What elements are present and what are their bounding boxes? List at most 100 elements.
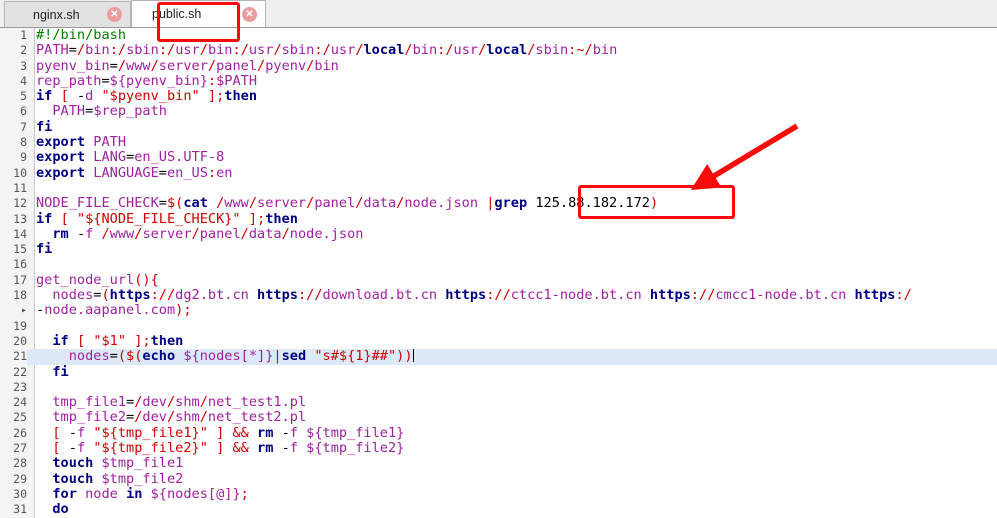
line-number: 16 <box>13 257 27 272</box>
line-number: 22 <box>13 364 27 379</box>
code-line[interactable]: 18 nodes=(https://dg2.bt.cn https://down… <box>0 287 997 304</box>
line-number: 31 <box>13 502 27 517</box>
code-line[interactable]: 20 if [ "$1" ];then <box>0 332 997 349</box>
code-line[interactable]: 2 PATH=/bin:/sbin:/usr/bin:/usr/sbin:/usr… <box>0 43 997 58</box>
code-line[interactable]: 29 touch $tmp_file2 <box>0 470 997 487</box>
code-line[interactable]: 28 touch $tmp_file1 <box>0 456 997 471</box>
tab-public-sh[interactable]: public.sh ✕ <box>131 0 266 27</box>
tab-label: nginx.sh <box>33 7 80 22</box>
code-text: touch $tmp_file1 <box>52 455 184 472</box>
code-line[interactable]: 4 rep_path=${pyenv_bin}:$PATH <box>0 72 997 89</box>
line-number: 12 <box>13 196 27 211</box>
code-line[interactable]: 1 #!/bin/bash <box>0 28 997 43</box>
line-number: 1 <box>20 28 27 42</box>
code-line-wrapped[interactable]: ▸ -node.aapanel.com); <box>0 303 997 318</box>
code-line[interactable]: 17 get_node_url(){ <box>0 271 997 288</box>
line-number: 6 <box>20 104 27 119</box>
code-text: export PATH <box>36 134 127 151</box>
code-text: [ -f "${tmp_file1}" ] && rm -f ${tmp_fil… <box>52 424 405 441</box>
tab-label: public.sh <box>152 7 202 21</box>
code-editor[interactable]: 1 #!/bin/bash 2 PATH=/bin:/sbin:/usr/bin:/u… <box>0 28 997 518</box>
line-number: 27 <box>13 441 27 456</box>
close-icon[interactable]: ✕ <box>107 7 122 22</box>
code-text: export LANG=en_US.UTF-8 <box>36 149 225 166</box>
code-text: for node in ${nodes[@]}; <box>52 485 249 502</box>
code-text: pyenv_bin=/www/server/panel/pyenv/bin <box>36 57 339 74</box>
line-number: 15 <box>13 242 27 257</box>
tab-bar: nginx.sh ✕ public.sh ✕ <box>0 0 997 28</box>
code-text: rep_path=${pyenv_bin}:$PATH <box>36 72 257 89</box>
code-text: if [ "${NODE_FILE_CHECK}" ];then <box>36 210 298 227</box>
code-text: do <box>52 501 69 518</box>
line-number: 5 <box>20 89 27 104</box>
line-number: 18 <box>13 288 27 303</box>
line-number: 4 <box>20 73 27 88</box>
code-line[interactable]: 19 <box>0 319 997 334</box>
code-line[interactable]: 15 fi <box>0 242 997 257</box>
code-text: tmp_file2=/dev/shm/net_test2.pl <box>52 409 307 426</box>
line-number: 10 <box>13 165 27 180</box>
line-number: 28 <box>13 456 27 471</box>
code-line[interactable]: 10 export LANGUAGE=en_US:en <box>0 164 997 181</box>
code-text: if [ -d "$pyenv_bin" ];then <box>36 88 258 105</box>
line-number: 13 <box>13 211 27 226</box>
code-text: touch $tmp_file2 <box>52 470 184 487</box>
code-text: fi <box>36 118 53 135</box>
code-line[interactable]: 7 fi <box>0 118 997 135</box>
line-number: 26 <box>13 425 27 440</box>
line-number: 7 <box>20 119 27 134</box>
code-line[interactable]: 3 pyenv_bin=/www/server/panel/pyenv/bin <box>0 57 997 74</box>
code-line[interactable]: 23 <box>0 380 997 395</box>
code-line[interactable]: 31 do <box>0 502 997 517</box>
code-text: [ -f "${tmp_file2}" ] && rm -f ${tmp_fil… <box>52 440 405 457</box>
code-line[interactable]: 22 fi <box>0 363 997 380</box>
line-number: 30 <box>13 486 27 501</box>
line-number: 25 <box>13 410 27 425</box>
line-number: 8 <box>20 135 27 150</box>
code-text: #!/bin/bash <box>36 28 127 43</box>
code-line[interactable]: 13 if [ "${NODE_FILE_CHECK}" ];then <box>0 210 997 227</box>
line-number: 9 <box>20 150 27 165</box>
code-line[interactable]: 11 <box>0 181 997 196</box>
line-number: 23 <box>13 379 27 394</box>
line-number: 24 <box>13 395 27 410</box>
wrap-marker-icon: ▸ <box>20 305 28 317</box>
code-text: PATH=$rep_path <box>52 103 167 120</box>
line-number: 17 <box>13 272 27 287</box>
line-number: 19 <box>13 318 27 333</box>
line-number: 11 <box>13 180 27 195</box>
code-text: get_node_url(){ <box>36 271 159 288</box>
code-line[interactable]: 24 tmp_file1=/dev/shm/net_test1.pl <box>0 394 997 411</box>
code-text: fi <box>36 241 53 258</box>
code-line[interactable]: 14 rm -f /www/server/panel/data/node.jso… <box>0 225 997 242</box>
code-line[interactable]: 12 NODE_FILE_CHECK=$(cat /www/server/pane… <box>0 196 997 211</box>
code-text: nodes=(https://dg2.bt.cn https://downloa… <box>52 287 912 304</box>
code-line[interactable]: 9 export LANG=en_US.UTF-8 <box>0 150 997 165</box>
line-number: 14 <box>13 226 27 241</box>
code-line[interactable]: 26 [ -f "${tmp_file1}" ] && rm -f ${tmp_… <box>0 424 997 441</box>
code-line[interactable]: 21 nodes=($(echo ${nodes[*]}|sed "s#${1}… <box>0 348 997 365</box>
line-number: 29 <box>13 471 27 486</box>
code-text: if [ "$1" ];then <box>52 332 184 349</box>
code-line[interactable]: 27 [ -f "${tmp_file2}" ] && rm -f ${tmp_… <box>0 440 997 457</box>
code-text: fi <box>52 363 69 380</box>
code-text: -node.aapanel.com); <box>36 302 192 319</box>
line-number: 20 <box>13 333 27 348</box>
code-text: PATH=/bin:/sbin:/usr/bin:/usr/sbin:/usr/… <box>36 42 618 59</box>
code-line[interactable]: 5 if [ -d "$pyenv_bin" ];then <box>0 89 997 104</box>
code-line[interactable]: 16 <box>0 257 997 272</box>
code-line[interactable]: 8 export PATH <box>0 134 997 151</box>
close-icon[interactable]: ✕ <box>242 6 257 22</box>
line-number: 2 <box>20 43 27 58</box>
code-text: NODE_FILE_CHECK=$(cat /www/server/panel/… <box>36 195 659 212</box>
code-line[interactable]: 25 tmp_file2=/dev/shm/net_test2.pl <box>0 410 997 425</box>
code-text: nodes=($(echo ${nodes[*]}|sed "s#${1}##"… <box>68 348 414 365</box>
code-text: tmp_file1=/dev/shm/net_test1.pl <box>52 394 307 411</box>
code-text: rm -f /www/server/panel/data/node.json <box>52 225 364 242</box>
code-line[interactable]: 30 for node in ${nodes[@]}; <box>0 485 997 502</box>
tab-nginx-sh[interactable]: nginx.sh ✕ <box>4 1 131 27</box>
code-content[interactable]: 1 #!/bin/bash 2 PATH=/bin:/sbin:/usr/bin:/u… <box>0 28 997 518</box>
line-number: 3 <box>20 58 27 73</box>
code-line[interactable]: 6 PATH=$rep_path <box>0 104 997 119</box>
code-text: export LANGUAGE=en_US:en <box>36 164 233 181</box>
